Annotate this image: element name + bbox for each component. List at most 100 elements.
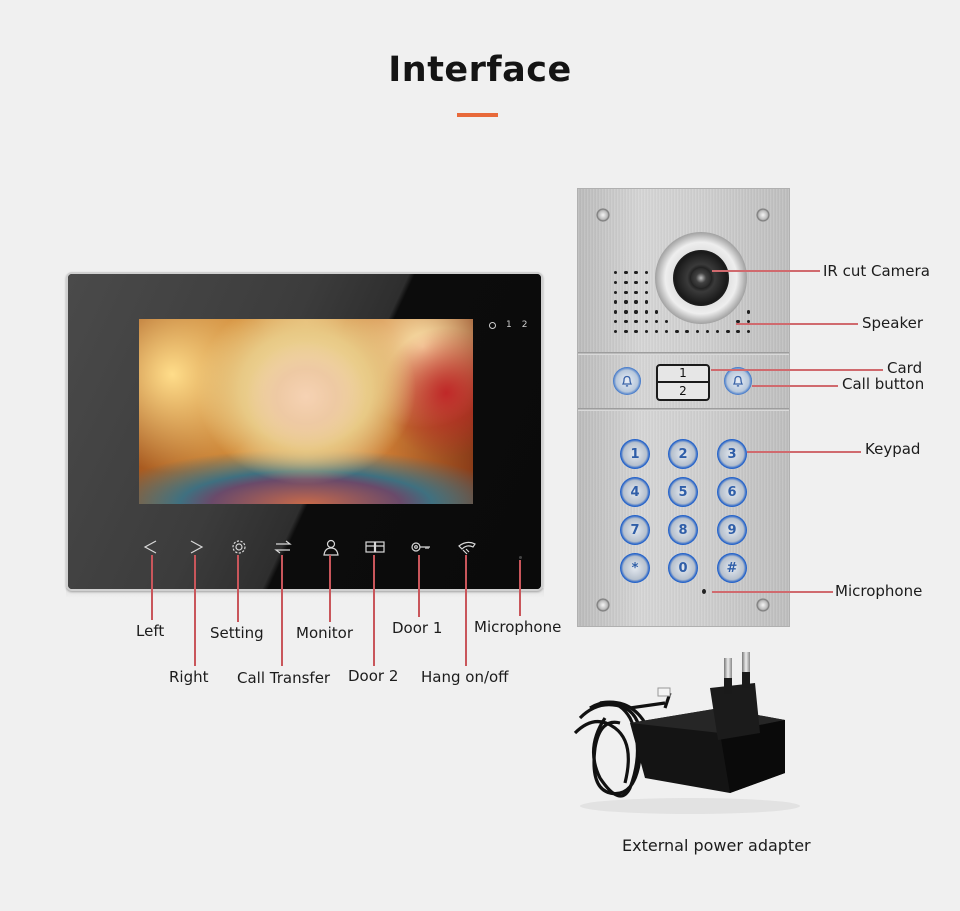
call-transfer-button[interactable] (271, 536, 295, 558)
keypad-key-hash[interactable]: # (717, 553, 747, 583)
screw-icon (596, 208, 610, 222)
label-monitor-microphone: Microphone (474, 618, 562, 636)
speaker-hole (644, 280, 648, 285)
card-slot-1: 1 (658, 366, 708, 383)
label-speaker: Speaker (862, 314, 924, 332)
speaker-hole (624, 310, 628, 314)
label-left: Left (136, 622, 165, 640)
speaker-hole (665, 320, 669, 324)
keypad-key-8[interactable]: 8 (668, 515, 698, 545)
chevron-left-icon (143, 540, 157, 554)
label-door-2: Door 2 (348, 667, 399, 685)
speaker-hole (624, 280, 628, 285)
callout-line-door-1 (418, 555, 420, 617)
keypad-key-star[interactable]: * (620, 553, 650, 583)
label-call-transfer: Call Transfer (237, 669, 331, 687)
card-slot-2: 2 (679, 383, 687, 398)
camera (655, 232, 747, 324)
callout-line-speaker (736, 323, 858, 325)
right-button[interactable] (184, 536, 208, 558)
callout-line-left (151, 555, 153, 620)
callout-line-hang (465, 555, 467, 666)
keypad-key-9[interactable]: 9 (717, 515, 747, 545)
title-underline (457, 113, 498, 117)
keypad-key-4[interactable]: 4 (620, 477, 650, 507)
door-1-button[interactable] (409, 536, 433, 558)
speaker-hole (624, 271, 628, 275)
speaker-hole (634, 320, 638, 324)
speaker-hole (695, 329, 699, 334)
status-indicators: 1 2 (489, 320, 527, 330)
chevron-right-icon (190, 540, 204, 554)
phone-handset-icon (458, 541, 476, 555)
speaker-hole (644, 290, 648, 294)
keypad-key-6[interactable]: 6 (717, 477, 747, 507)
speaker-hole (634, 300, 638, 304)
label-keypad: Keypad (865, 440, 921, 458)
keypad-key-7[interactable]: 7 (620, 515, 650, 545)
power-adapter-image (573, 652, 800, 814)
label-camera: IR cut Camera (823, 262, 930, 280)
call-button-2[interactable] (724, 367, 752, 395)
double-door-icon (365, 541, 385, 553)
keypad-key-1[interactable]: 1 (620, 439, 650, 469)
callout-line-call-button (752, 385, 838, 387)
setting-button[interactable] (227, 536, 251, 558)
indicator-1: 1 (506, 320, 512, 330)
speaker-hole (644, 310, 648, 314)
speaker-hole (716, 329, 720, 334)
callout-line-door-2 (373, 555, 375, 666)
speaker-hole (624, 329, 628, 334)
panel-divider (578, 408, 789, 411)
label-hang: Hang on/off (421, 668, 509, 686)
speaker-hole (654, 320, 659, 324)
speaker-hole (614, 280, 618, 285)
speaker-hole (614, 310, 618, 314)
monitor-microphone-hole (519, 556, 522, 559)
speaker-hole (654, 329, 659, 334)
key-icon (411, 542, 430, 552)
speaker-hole (624, 300, 628, 304)
speaker-hole (634, 290, 638, 294)
screw-icon (756, 208, 770, 222)
callout-line-microphone (519, 560, 521, 616)
bell-icon (621, 375, 633, 387)
speaker-hole (746, 329, 750, 334)
keypad-key-5[interactable]: 5 (668, 477, 698, 507)
keypad-key-0[interactable]: 0 (668, 553, 698, 583)
speaker-hole (634, 329, 638, 334)
speaker-hole (736, 329, 740, 334)
callout-line-monitor (329, 555, 331, 622)
keypad-key-3[interactable]: 3 (717, 439, 747, 469)
speaker-hole (654, 310, 659, 314)
speaker-hole (726, 329, 730, 334)
camera-lens (673, 250, 729, 306)
door-2-button[interactable] (363, 536, 387, 558)
gear-icon (232, 540, 246, 554)
speaker-hole (624, 320, 628, 324)
speaker-hole (634, 280, 638, 285)
hang-button[interactable] (455, 536, 479, 558)
speaker-hole (644, 320, 648, 324)
speaker-hole (614, 300, 618, 304)
callout-line-card (711, 369, 883, 371)
bell-icon (732, 375, 744, 387)
callout-line-keypad (747, 451, 861, 453)
label-setting: Setting (210, 624, 264, 642)
speaker-hole (614, 271, 618, 275)
speaker-hole (614, 290, 618, 294)
speaker-hole (644, 300, 648, 304)
speaker-hole (746, 310, 750, 314)
panel-divider (578, 352, 789, 355)
call-button-1[interactable] (613, 367, 641, 395)
speaker-hole (665, 329, 669, 334)
label-right: Right (169, 668, 209, 686)
monitor-screen-image (139, 319, 473, 504)
speaker-hole (634, 310, 638, 314)
keypad-key-2[interactable]: 2 (668, 439, 698, 469)
speaker-hole (634, 271, 638, 275)
callout-line-setting (237, 555, 239, 622)
indicator-2: 2 (521, 320, 528, 330)
speaker-hole (685, 329, 689, 334)
monitor-button[interactable] (319, 536, 343, 558)
